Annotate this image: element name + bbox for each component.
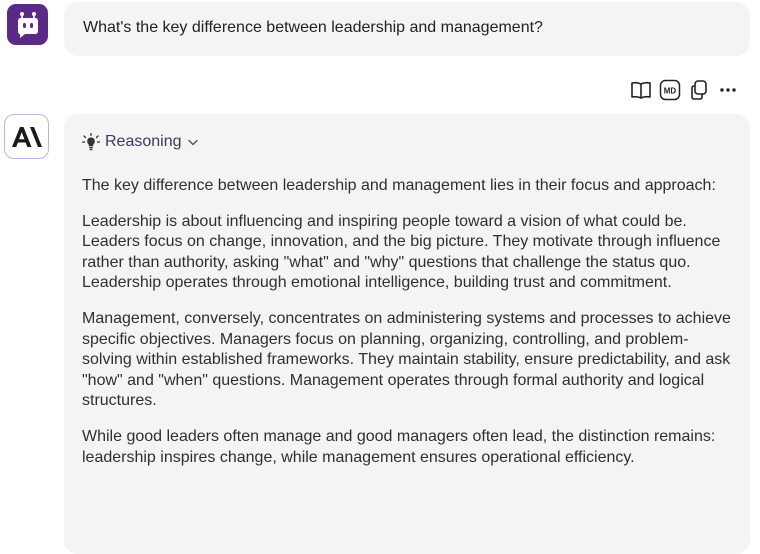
answer-paragraph: Management, conversely, concentrates on … bbox=[82, 309, 731, 410]
lightbulb-icon bbox=[82, 133, 100, 151]
copy-icon bbox=[691, 80, 707, 100]
assistant-message-bubble: Reasoning The key difference between lea… bbox=[64, 114, 750, 554]
assistant-answer: The key difference between leadership an… bbox=[82, 176, 732, 483]
svg-text:MD: MD bbox=[664, 87, 677, 96]
user-avatar bbox=[7, 4, 48, 45]
reasoning-toggle[interactable]: Reasoning bbox=[82, 133, 199, 151]
more-options-button[interactable] bbox=[717, 79, 739, 101]
copy-markdown-button[interactable]: MD bbox=[659, 79, 681, 101]
user-message-text: What's the key difference between leader… bbox=[83, 19, 543, 36]
robot-icon bbox=[17, 11, 38, 38]
assistant-avatar bbox=[4, 114, 49, 159]
answer-paragraph: The key difference between leadership an… bbox=[82, 177, 716, 194]
read-aloud-button[interactable] bbox=[630, 79, 652, 101]
anthropic-logo-icon bbox=[11, 126, 42, 147]
reasoning-label: Reasoning bbox=[105, 133, 182, 150]
answer-paragraph: While good leaders often manage and good… bbox=[82, 427, 716, 466]
book-icon bbox=[631, 81, 651, 99]
message-toolbar: MD bbox=[630, 78, 739, 102]
markdown-icon: MD bbox=[659, 79, 681, 101]
user-message-bubble: What's the key difference between leader… bbox=[64, 2, 750, 56]
answer-paragraph: Leadership is about influencing and insp… bbox=[82, 212, 721, 292]
copy-button[interactable] bbox=[688, 79, 710, 101]
chevron-down-icon bbox=[187, 139, 198, 146]
more-icon bbox=[720, 88, 736, 92]
